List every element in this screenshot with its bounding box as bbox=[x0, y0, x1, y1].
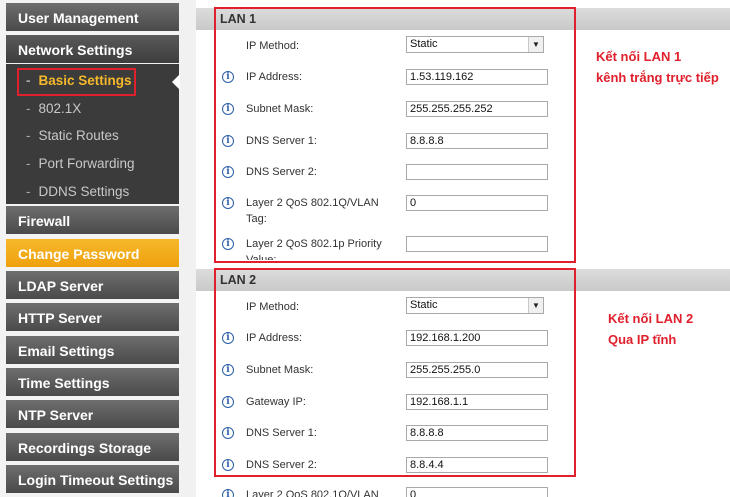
menu-login-timeout-settings[interactable]: Login Timeout Settings bbox=[6, 465, 179, 495]
lan2-note-line1: Kết nối LAN 2 bbox=[608, 311, 694, 326]
lan2-highlight-box bbox=[214, 268, 576, 477]
sidebar: User Management Network Settings - Basic … bbox=[0, 0, 180, 497]
settings-form: LAN 1 IP Method: Static ▼ i IP Address: … bbox=[196, 0, 730, 497]
menu-time-settings[interactable]: Time Settings bbox=[6, 368, 179, 398]
submenu-8021x[interactable]: -802.1X bbox=[26, 100, 81, 118]
menu-email-settings[interactable]: Email Settings bbox=[6, 336, 179, 366]
submenu-static-routes[interactable]: - Static Routes bbox=[26, 127, 119, 145]
submenu-label: Static Routes bbox=[38, 128, 119, 143]
menu-firewall[interactable]: Firewall bbox=[6, 206, 179, 236]
lan2-note: Kết nối LAN 2 Qua IP tĩnh bbox=[608, 308, 693, 350]
menu-http-server[interactable]: HTTP Server bbox=[6, 303, 179, 333]
submenu-port-forwarding[interactable]: - Port Forwarding bbox=[26, 155, 135, 173]
submenu-label: Port Forwarding bbox=[38, 156, 135, 171]
lan1-note-line1: Kết nối LAN 1 bbox=[596, 49, 682, 64]
main-panel: LAN 1 IP Method: Static ▼ i IP Address: … bbox=[180, 0, 730, 497]
submenu-ddns-settings[interactable]: - DDNS Settings bbox=[26, 183, 129, 201]
menu-ntp-server[interactable]: NTP Server bbox=[6, 400, 179, 430]
current-item-highlight bbox=[17, 68, 136, 96]
menu-ldap-server[interactable]: LDAP Server bbox=[6, 271, 179, 301]
submenu-label: DDNS Settings bbox=[38, 184, 130, 199]
lan2-note-line2: Qua IP tĩnh bbox=[608, 332, 677, 347]
lan2-vlan-tag-input[interactable]: 0 bbox=[406, 487, 548, 497]
field-label: Layer 2 QoS 802.1Q/VLAN bbox=[246, 489, 379, 497]
menu-network-settings[interactable]: Network Settings bbox=[6, 35, 179, 65]
submenu-label: 802.1X bbox=[38, 101, 82, 116]
active-pointer bbox=[172, 74, 180, 90]
lan1-note: Kết nối LAN 1 kênh trắng trực tiếp bbox=[596, 46, 719, 88]
menu-change-password[interactable]: Change Password bbox=[6, 239, 179, 269]
menu-recordings-storage[interactable]: Recordings Storage bbox=[6, 433, 179, 463]
lan1-highlight-box bbox=[214, 7, 576, 263]
lan1-note-line2: kênh trắng trực tiếp bbox=[596, 70, 719, 85]
info-icon[interactable]: i bbox=[222, 489, 234, 497]
menu-user-management[interactable]: User Management bbox=[6, 3, 179, 33]
